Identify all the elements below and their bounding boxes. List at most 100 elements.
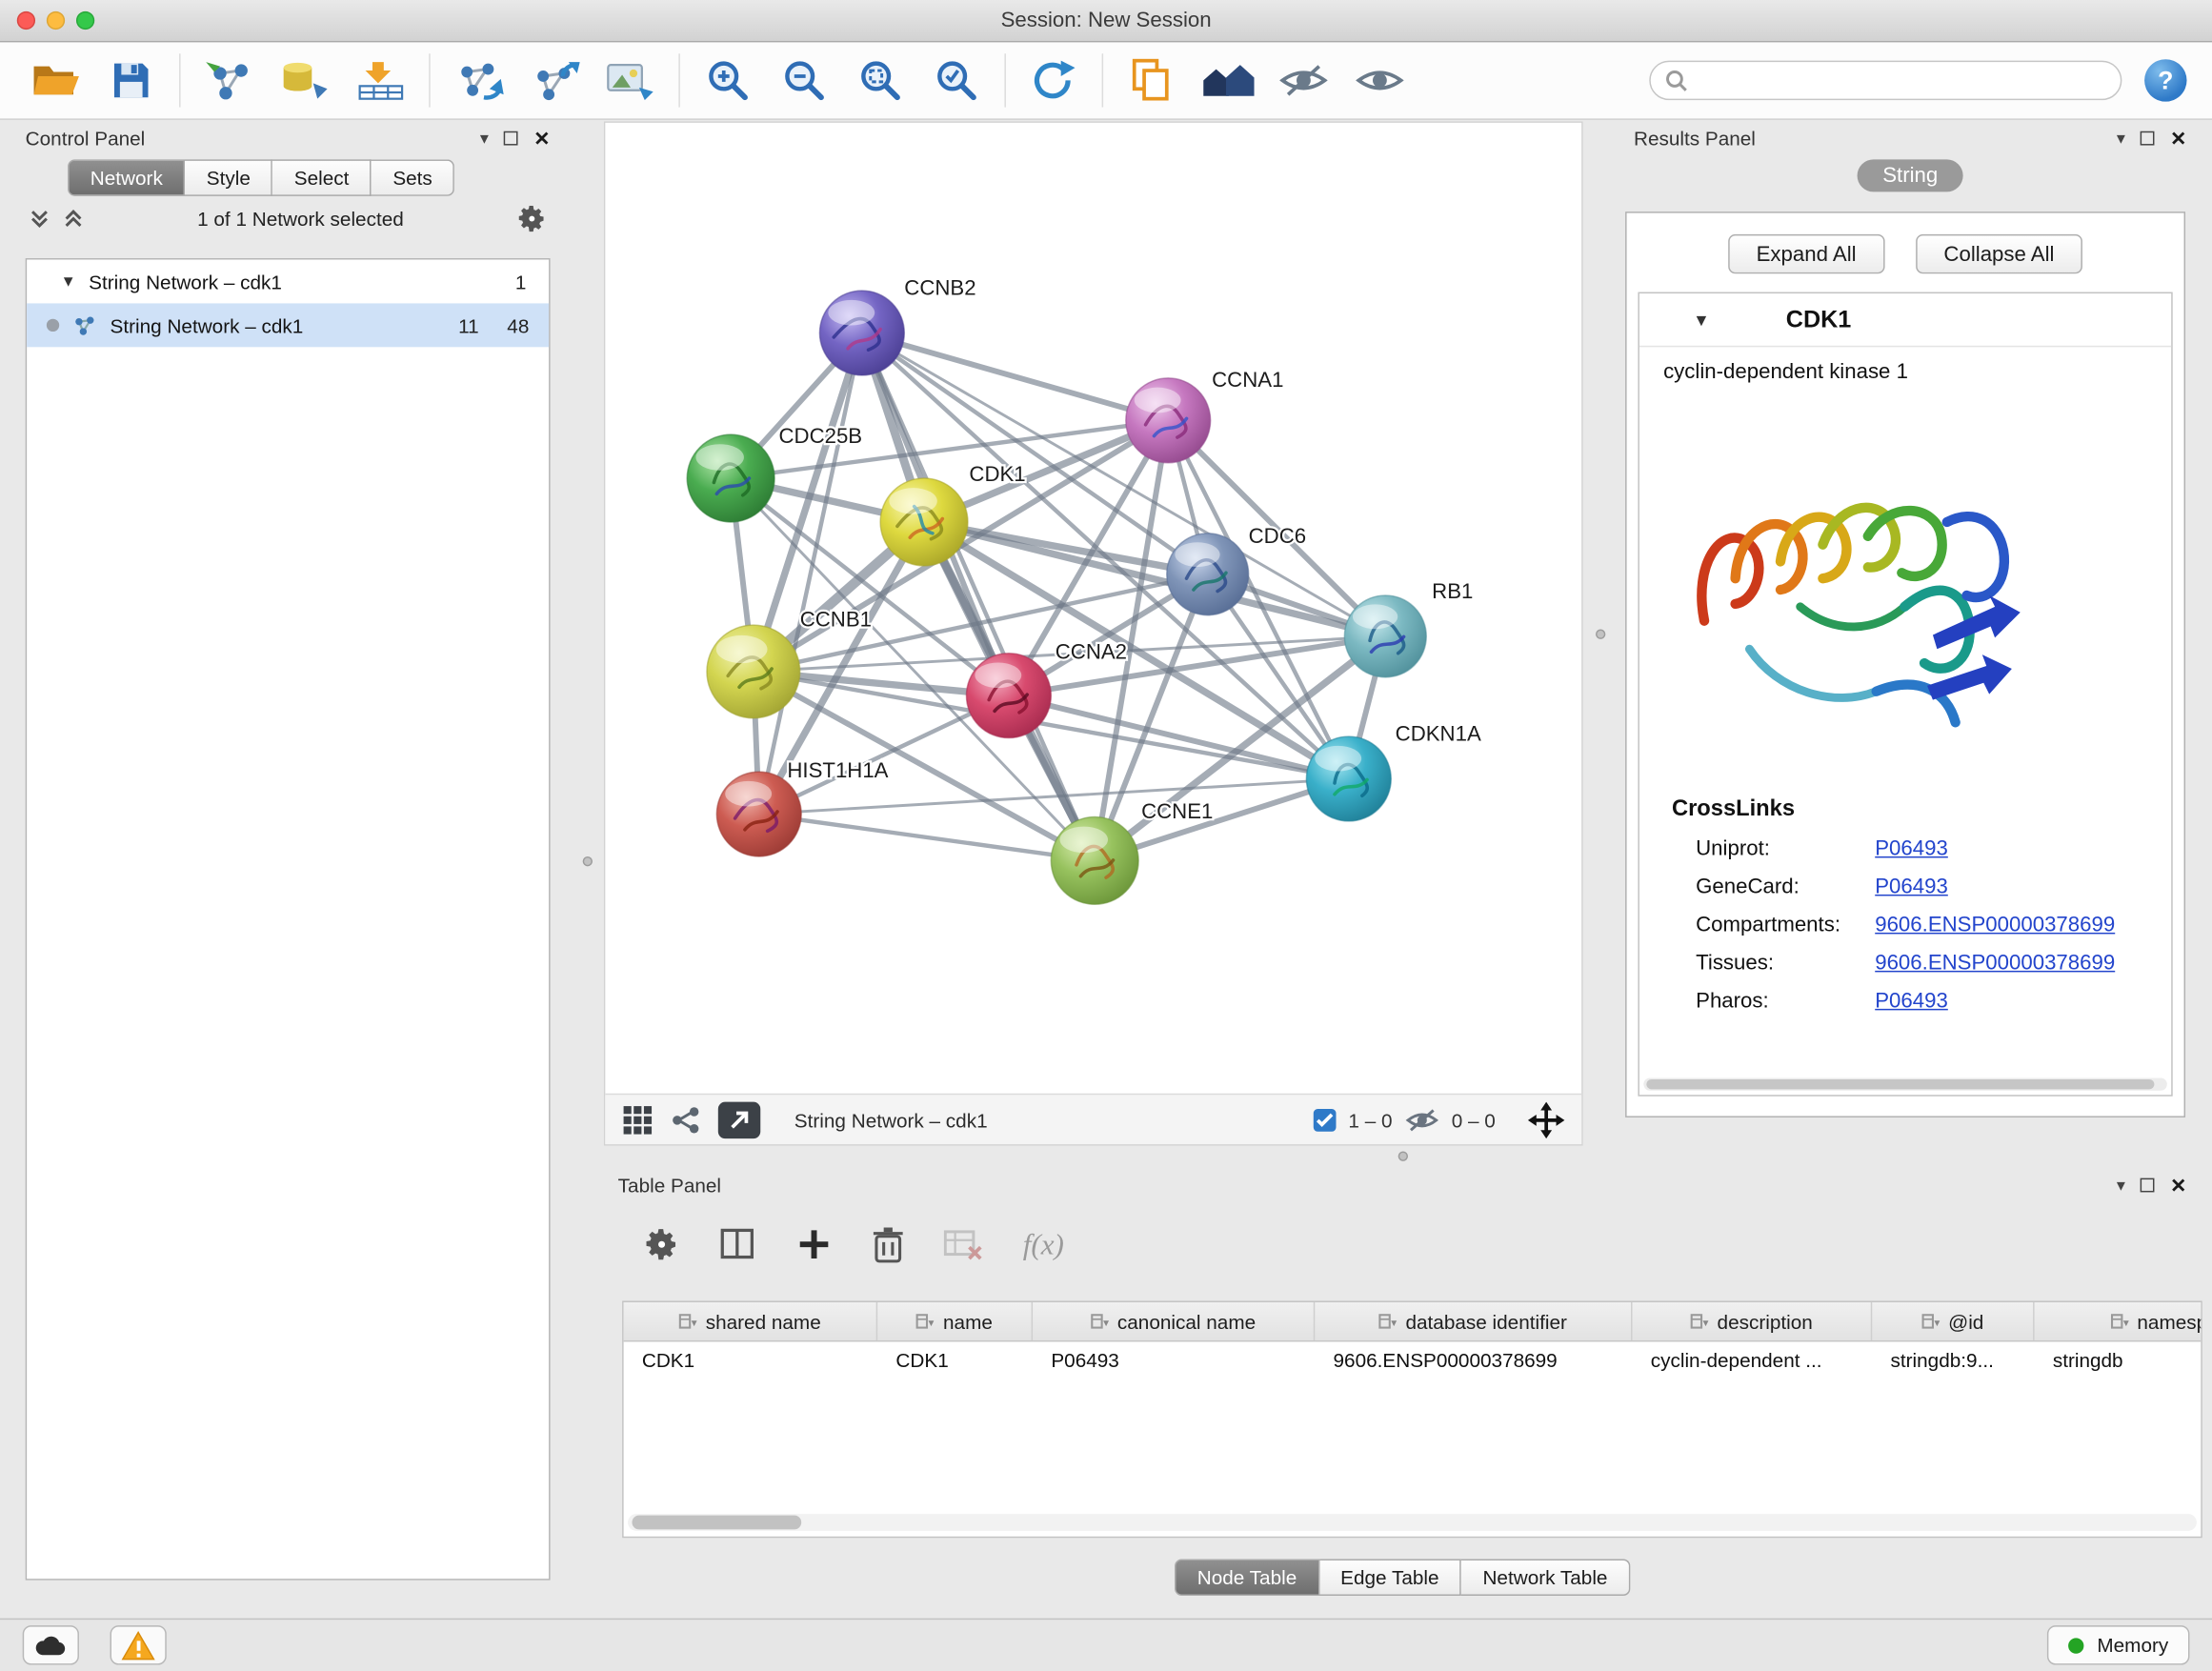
pharos-link[interactable]: P06493 bbox=[1875, 989, 1948, 1013]
table-row[interactable]: CDK1 CDK1 P06493 9606.ENSP00000378699 cy… bbox=[624, 1341, 2202, 1379]
share-network-icon[interactable] bbox=[670, 1104, 701, 1136]
close-panel-icon[interactable]: ✕ bbox=[2170, 129, 2186, 149]
show-annotations-button[interactable] bbox=[1341, 48, 1418, 112]
compartments-link[interactable]: 9606.ENSP00000378699 bbox=[1875, 913, 2115, 936]
network-node-CDC6[interactable] bbox=[1167, 534, 1249, 615]
left-splitter-handle[interactable] bbox=[583, 856, 593, 866]
table-cell[interactable]: P06493 bbox=[1033, 1341, 1315, 1379]
gear-icon[interactable] bbox=[516, 203, 548, 234]
import-network-from-file-button[interactable] bbox=[191, 48, 267, 112]
memory-button[interactable]: Memory bbox=[2048, 1625, 2190, 1664]
export-image-button[interactable] bbox=[593, 48, 669, 112]
pan-crosshair-icon[interactable] bbox=[1528, 1101, 1565, 1138]
new-network-button[interactable] bbox=[440, 48, 516, 112]
add-row-plus-icon[interactable] bbox=[795, 1226, 833, 1263]
expand-all-button[interactable]: Expand All bbox=[1728, 234, 1884, 273]
tab-network-table[interactable]: Network Table bbox=[1461, 1559, 1630, 1596]
table-cell[interactable]: stringdb:9... bbox=[1872, 1341, 2034, 1379]
hide-annotations-button[interactable] bbox=[1265, 48, 1341, 112]
minimize-window-button[interactable] bbox=[47, 11, 65, 30]
tab-style[interactable]: Style bbox=[186, 159, 273, 196]
section-collapse-icon[interactable]: ▼ bbox=[1693, 310, 1710, 330]
import-table-from-file-button[interactable] bbox=[343, 48, 419, 112]
collapse-panel-icon[interactable]: ▾ bbox=[480, 130, 489, 147]
network-node-CCNA1[interactable] bbox=[1126, 378, 1211, 463]
column-header[interactable]: @id bbox=[1872, 1302, 2034, 1340]
network-collection-row[interactable]: ▼ String Network – cdk1 1 bbox=[27, 260, 549, 304]
zoom-selected-button[interactable] bbox=[918, 48, 995, 112]
tab-edge-table[interactable]: Edge Table bbox=[1319, 1559, 1461, 1596]
import-network-from-database-button[interactable] bbox=[267, 48, 343, 112]
show-graphics-details-button[interactable] bbox=[1189, 48, 1265, 112]
export-network-button[interactable] bbox=[718, 1101, 760, 1138]
hidden-eye-slash-icon[interactable] bbox=[1405, 1107, 1439, 1133]
float-panel-icon[interactable] bbox=[2141, 131, 2155, 146]
column-header[interactable]: shared name bbox=[624, 1302, 878, 1340]
tree-expand-icon[interactable]: ▼ bbox=[61, 273, 76, 291]
uniprot-link[interactable]: P06493 bbox=[1875, 836, 1948, 860]
zoom-in-button[interactable] bbox=[690, 48, 766, 112]
tissues-link[interactable]: 9606.ENSP00000378699 bbox=[1875, 951, 2115, 975]
cloud-button[interactable] bbox=[23, 1625, 79, 1664]
network-node-CCNE1[interactable] bbox=[1051, 816, 1138, 904]
column-header[interactable]: name bbox=[877, 1302, 1033, 1340]
birdseye-grid-icon[interactable] bbox=[622, 1104, 654, 1136]
copy-button[interactable] bbox=[1113, 48, 1189, 112]
clone-network-button[interactable] bbox=[516, 48, 593, 112]
search-input[interactable] bbox=[1698, 70, 2106, 92]
table-cell[interactable]: CDK1 bbox=[877, 1341, 1033, 1379]
collapse-all-tree-icon[interactable] bbox=[62, 208, 85, 231]
zoom-window-button[interactable] bbox=[76, 11, 94, 30]
close-panel-icon[interactable]: ✕ bbox=[2170, 1176, 2186, 1196]
right-splitter-handle[interactable] bbox=[1596, 630, 1605, 639]
table-cell[interactable]: stringdb bbox=[2035, 1341, 2202, 1379]
refresh-layout-button[interactable] bbox=[1016, 48, 1092, 112]
network-row[interactable]: String Network – cdk1 11 48 bbox=[27, 303, 549, 347]
network-node-CDC25B[interactable] bbox=[687, 434, 774, 522]
network-node-CCNB1[interactable] bbox=[707, 625, 800, 718]
collapse-panel-icon[interactable]: ▾ bbox=[2117, 130, 2125, 147]
help-button[interactable]: ? bbox=[2144, 59, 2186, 101]
collapse-all-button[interactable]: Collapse All bbox=[1916, 234, 2082, 273]
gene-section-header[interactable]: ▼ CDK1 bbox=[1639, 293, 2171, 347]
function-builder-button[interactable]: f(x) bbox=[1023, 1227, 1064, 1262]
horizontal-scrollbar[interactable] bbox=[628, 1514, 2197, 1531]
column-header[interactable]: database identifier bbox=[1315, 1302, 1632, 1340]
expand-all-tree-icon[interactable] bbox=[29, 208, 51, 231]
selected-checkbox[interactable] bbox=[1313, 1108, 1336, 1131]
close-panel-icon[interactable]: ✕ bbox=[533, 129, 550, 149]
table-cell[interactable]: 9606.ENSP00000378699 bbox=[1315, 1341, 1632, 1379]
table-settings-gear-icon[interactable] bbox=[643, 1226, 680, 1263]
network-node-CDK1[interactable] bbox=[880, 478, 968, 566]
table-cell[interactable]: CDK1 bbox=[624, 1341, 878, 1379]
tab-network[interactable]: Network bbox=[68, 159, 185, 196]
network-node-HIST1H1A[interactable] bbox=[716, 772, 801, 856]
scrollbar-thumb[interactable] bbox=[632, 1516, 801, 1530]
column-header[interactable]: description bbox=[1632, 1302, 1872, 1340]
collapse-panel-icon[interactable]: ▾ bbox=[2117, 1177, 2125, 1194]
network-canvas[interactable]: CCNB2CCNA1CDC25BCDK1CDC6RB1CCNB1CCNA2CDK… bbox=[605, 123, 1581, 1094]
network-node-CDKN1A[interactable] bbox=[1306, 736, 1391, 821]
genecard-link[interactable]: P06493 bbox=[1875, 875, 1948, 898]
network-edge-HIST1H1A-CCNE1[interactable] bbox=[759, 815, 1095, 861]
select-columns-icon[interactable] bbox=[719, 1226, 756, 1263]
network-node-RB1[interactable] bbox=[1344, 595, 1426, 677]
network-node-CCNB2[interactable] bbox=[819, 291, 904, 375]
open-session-button[interactable] bbox=[17, 48, 93, 112]
zoom-out-button[interactable] bbox=[766, 48, 842, 112]
zoom-fit-button[interactable] bbox=[842, 48, 918, 112]
network-node-CCNA2[interactable] bbox=[966, 654, 1051, 738]
table-cell[interactable]: cyclin-dependent ... bbox=[1632, 1341, 1872, 1379]
column-header[interactable]: namespace bbox=[2035, 1302, 2202, 1340]
float-panel-icon[interactable] bbox=[504, 131, 518, 146]
close-window-button[interactable] bbox=[17, 11, 35, 30]
delete-trash-icon[interactable] bbox=[872, 1225, 904, 1263]
section-scrollbar[interactable] bbox=[1643, 1077, 2166, 1090]
column-header[interactable]: canonical name bbox=[1033, 1302, 1315, 1340]
network-edge-CCNB2-HIST1H1A[interactable] bbox=[759, 333, 862, 815]
tab-node-table[interactable]: Node Table bbox=[1175, 1559, 1319, 1596]
horizontal-splitter-handle[interactable] bbox=[1398, 1151, 1408, 1160]
warnings-button[interactable] bbox=[111, 1625, 167, 1664]
tab-select[interactable]: Select bbox=[273, 159, 372, 196]
save-session-button[interactable] bbox=[93, 48, 170, 112]
